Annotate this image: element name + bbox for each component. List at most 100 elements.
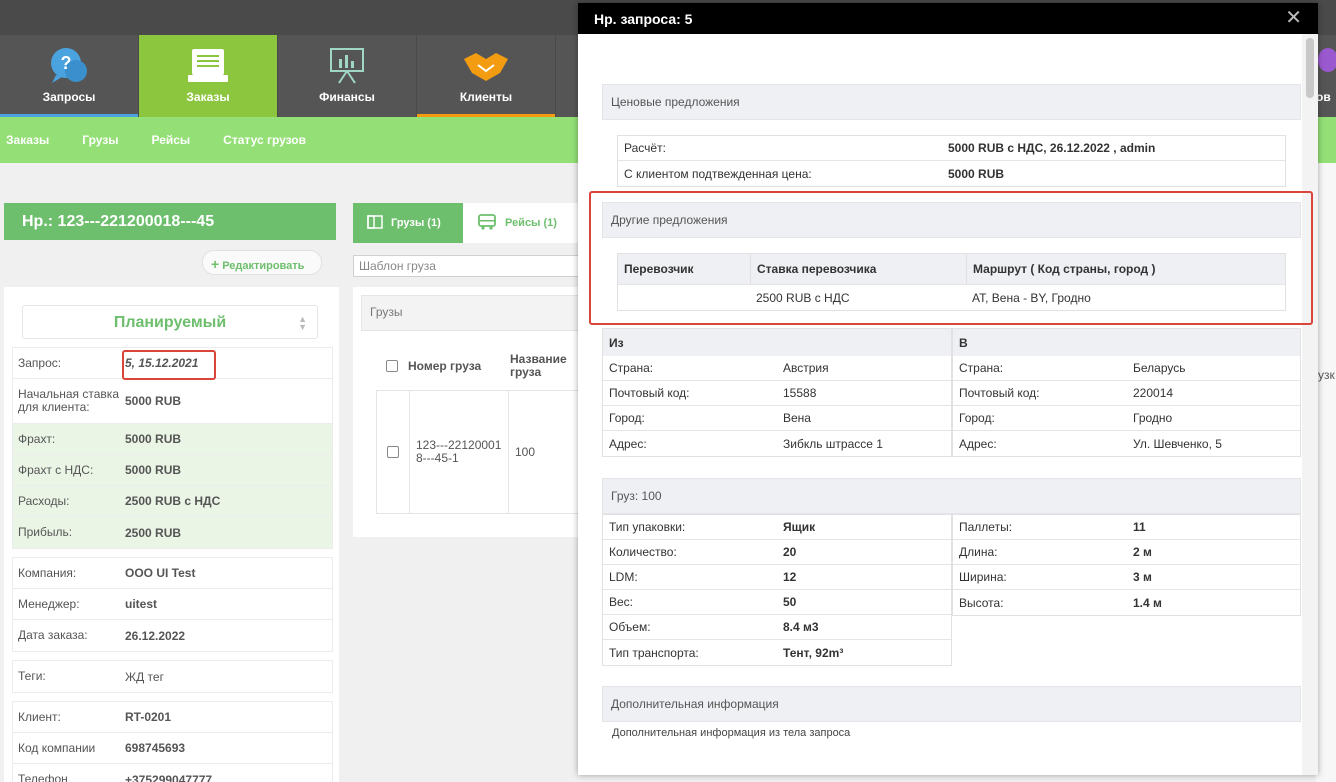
to-title: В [953, 329, 1300, 356]
client-label: Клиент: [18, 709, 61, 724]
from-country-label: Страна: [609, 361, 654, 375]
tab-trips-label: Рейсы (1) [505, 217, 557, 229]
calc-label: Расчёт: [624, 141, 666, 155]
tab-cargo-label: Грузы (1) [391, 217, 441, 229]
volume-value: 8.4 м3 [783, 620, 819, 634]
price-offers-table: Расчёт: 5000 RUB с НДС, 26.12.2022 , admi… [617, 135, 1286, 187]
modal-scrollbar[interactable] [1302, 34, 1318, 775]
edit-button[interactable]: + Редактировать [202, 250, 322, 275]
order-date-value: 26.12.2022 [125, 628, 186, 643]
finance-info: Фрахт: 5000 RUB Фрахт с НДС: 5000 RUB Расх… [12, 423, 333, 549]
from-city-value: Вена [783, 411, 811, 425]
nav-label: Запросы [42, 90, 96, 104]
order-title: Нр.: 123---221200018---45 [4, 203, 336, 240]
window-icon [367, 214, 383, 232]
company-label: Компания: [18, 565, 77, 580]
company-info: Компания: ООО UI Test Менеджер: uitest Дат… [12, 557, 333, 652]
cargo-name-cell: 100 [515, 445, 536, 459]
highlight-box [122, 350, 216, 380]
confirmed-price-label: С клиентом подтвежденная цена: [624, 166, 812, 181]
pallets-value: 11 [1133, 520, 1146, 534]
length-value: 2 м [1133, 545, 1152, 559]
nav-item-clients[interactable]: Клиенты [417, 35, 556, 117]
subnav-cargo[interactable]: Грузы [82, 133, 118, 147]
status-select[interactable]: Планируемый ▲ ▼ [22, 305, 318, 339]
to-address-value: Ул. Шевченко, 5 [1133, 436, 1222, 451]
to-city-value: Гродно [1133, 411, 1173, 425]
to-address-label: Адрес: [959, 436, 997, 451]
plus-icon: + [211, 256, 220, 272]
clipped-column-header: узк [1318, 368, 1335, 382]
phone-label: Телефон [18, 772, 68, 782]
scrollbar-thumb[interactable] [1306, 38, 1314, 98]
client-value[interactable]: RT-0201 [125, 710, 171, 724]
from-country-value: Австрия [783, 361, 829, 375]
tab-cargo[interactable]: Грузы (1) [353, 203, 463, 243]
subnav-cargo-status[interactable]: Статус грузов [223, 133, 306, 147]
additional-info-header: Дополнительная информация [602, 686, 1301, 722]
freight-label: Фрахт: [18, 431, 56, 446]
price-offers-header: Ценовые предложения [602, 84, 1301, 120]
cargo-panel: Грузы Номер груза Название груза 123---2… [353, 287, 581, 537]
calc-value: 5000 RUB с НДС, 26.12.2022 , admin [948, 141, 1156, 155]
tags-label: Теги: [18, 669, 46, 683]
svg-text:?: ? [61, 53, 72, 73]
handshake-icon [460, 45, 512, 88]
order-date-label: Дата заказа: [18, 628, 88, 642]
presentation-chart-icon [327, 45, 367, 88]
highlight-box [589, 191, 1313, 325]
select-all-checkbox[interactable] [386, 360, 398, 372]
to-country-label: Страна: [959, 361, 1004, 375]
company-value: ООО UI Test [125, 566, 196, 580]
phone-value: +375299047777 [125, 772, 213, 782]
from-postal-value: 15588 [783, 386, 817, 400]
volume-label: Объем: [609, 620, 651, 634]
additional-info-text: Дополнительная информация из тела запрос… [612, 727, 851, 739]
to-city-label: Город: [959, 411, 995, 425]
expenses-label: Расходы: [18, 493, 70, 508]
request-label: Запрос: [18, 355, 62, 370]
gear-icon[interactable] [1318, 48, 1336, 72]
subnav-orders[interactable]: Заказы [6, 133, 49, 147]
to-country-value: Беларусь [1133, 361, 1186, 375]
select-arrows-icon: ▲ ▼ [298, 314, 307, 332]
tags-info: Теги: ЖД тег [12, 660, 333, 693]
freight-vat-value: 5000 RUB [125, 463, 182, 477]
from-city-label: Город: [609, 411, 645, 425]
rate-label: Начальная ставка для клиента: [18, 387, 119, 414]
pallets-label: Паллеты: [959, 520, 1013, 534]
quantity-label: Количество: [609, 545, 677, 559]
nav-label: Финансы [319, 90, 375, 104]
nav-label-clipped[interactable]: ов [1316, 90, 1331, 104]
company-code-value: 698745693 [125, 741, 186, 755]
column-header-number[interactable]: Номер груза [408, 359, 510, 373]
row-checkbox[interactable] [387, 446, 399, 458]
profit-label: Прибыль: [18, 525, 73, 539]
column-header-name[interactable]: Название груза [510, 353, 570, 379]
modal-title: Нр. запроса: 5 [578, 3, 1318, 34]
tab-trips[interactable]: Рейсы (1) [463, 203, 583, 243]
expenses-value: 2500 RUB с НДС [125, 494, 221, 508]
tags-value: ЖД тег [125, 669, 164, 684]
quantity-value: 20 [783, 545, 797, 559]
confirmed-price-value: 5000 RUB [948, 166, 1005, 181]
from-table: Из Страна: Австрия Почтовый код: 15588 Гор… [602, 328, 952, 457]
cargo-number-cell: 123---221200018---45-1 [409, 391, 509, 513]
cargo-template-input[interactable]: Шаблон груза [353, 255, 581, 277]
height-value: 1.4 м [1133, 595, 1162, 610]
from-address-label: Адрес: [609, 436, 647, 451]
subnav-trips[interactable]: Рейсы [151, 133, 190, 147]
table-row[interactable]: 123---221200018---45-1 100 [376, 390, 581, 514]
rate-value: 5000 RUB [125, 394, 182, 408]
nav-label: Клиенты [459, 90, 513, 104]
bus-icon [477, 213, 497, 233]
nav-item-finance[interactable]: Финансы [278, 35, 417, 117]
ldm-value: 12 [783, 570, 797, 584]
question-bubble-icon: ? [46, 45, 92, 88]
close-icon[interactable]: ✕ [1285, 8, 1302, 28]
cargo-table: Номер груза Название груза 123---2212000… [376, 342, 581, 514]
freight-vat-label: Фрахт с НДС: [18, 462, 94, 477]
nav-item-orders[interactable]: Заказы [139, 35, 278, 117]
nav-item-requests[interactable]: ? Запросы [0, 35, 139, 117]
transport-type-label: Тип транспорта: [609, 645, 699, 660]
